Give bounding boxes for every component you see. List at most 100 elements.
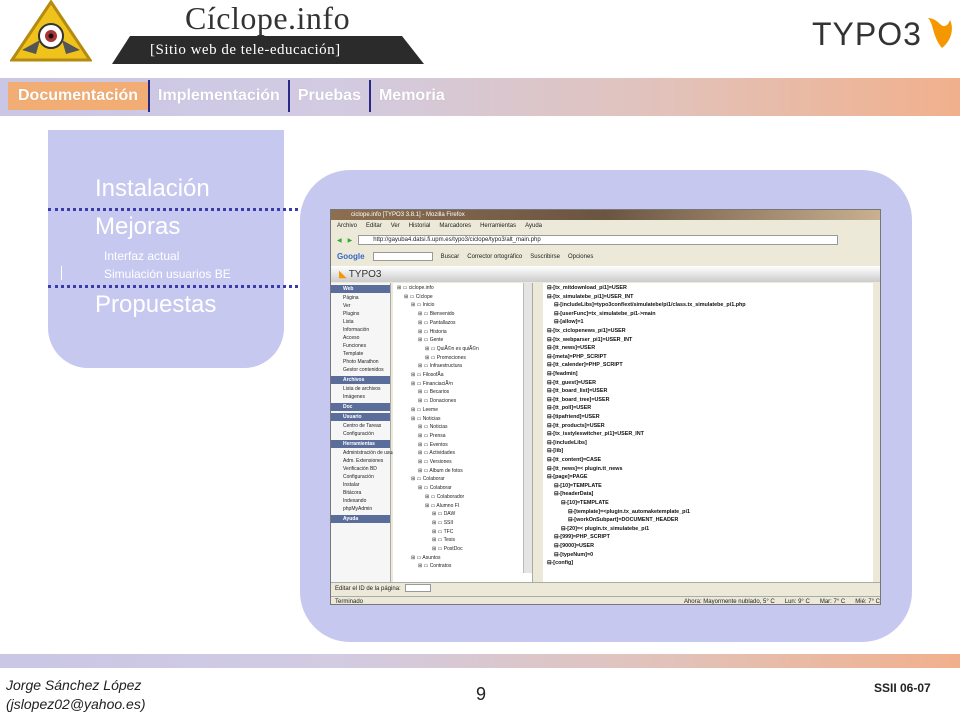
page-tree-node[interactable]: ⊞ ▭ Contratos — [418, 563, 451, 569]
page-tree-node[interactable]: ⊞ ▭ Becarios — [418, 389, 449, 395]
typoscript-line[interactable]: ⊟-[tipafriend]=USER — [547, 414, 600, 420]
page-tree-node[interactable]: ⊞ ▭ Promociones — [425, 355, 466, 361]
module-item[interactable]: Ver — [331, 302, 390, 310]
page-tree-node[interactable]: ⊞ ▭ Alumno FI — [425, 503, 459, 509]
page-tree-node[interactable]: ⊞ ▭ Cíclope — [404, 294, 433, 300]
page-tree-node[interactable]: ⊞ ▭ PostDoc — [432, 546, 463, 552]
typoscript-line[interactable]: ⊟-[tt_news]=< plugin.tt_news — [547, 466, 623, 472]
typoscript-line[interactable]: ⊟-[tt_guest]=USER — [547, 380, 596, 386]
menu-ver[interactable]: Ver — [391, 221, 400, 231]
forward-icon[interactable]: ▶ — [348, 237, 353, 244]
typoscript-line[interactable]: ⊟-[9000]=USER — [554, 543, 594, 549]
tab-memoria[interactable]: Memoria — [371, 82, 453, 110]
typoscript-line[interactable]: ⊟-[meta]=PHP_SCRIPT — [547, 354, 606, 360]
page-tree-node[interactable]: ⊞ ▭ Actividades — [418, 450, 455, 456]
typoscript-line[interactable]: ⊟-[tt_calender]=PHP_SCRIPT — [547, 362, 623, 368]
page-tree-node[interactable]: ⊞ ▭ DAW — [432, 511, 455, 517]
page-tree-node[interactable]: ⊞ ▭ Gente — [418, 337, 443, 343]
menu-editar[interactable]: Editar — [366, 221, 382, 231]
url-input[interactable]: http://gayuba4.datsi.fi.upm.es/typo3/cic… — [358, 235, 839, 245]
tab-implementacion[interactable]: Implementación — [150, 82, 288, 110]
typoscript-line[interactable]: ⊟-[tt_content]=CASE — [547, 457, 601, 463]
menu-herramientas[interactable]: Herramientas — [480, 221, 516, 231]
menu-historial[interactable]: Historial — [409, 221, 431, 231]
module-item[interactable]: Página — [331, 294, 390, 302]
module-item[interactable]: Verificación BD — [331, 465, 390, 473]
page-tree-node[interactable]: ⊞ ▭ Historia — [418, 329, 447, 335]
typoscript-line[interactable]: ⊟-[includeLibs] — [547, 440, 587, 446]
page-tree-node[interactable]: ⊞ ▭ Colaborar — [411, 476, 445, 482]
page-tree-node[interactable]: ⊞ ▭ QuiÃ©n es quiÃ©n — [425, 346, 479, 352]
page-tree-node[interactable]: ⊞ ▭ FilosofÃ­a — [411, 372, 444, 378]
page-tree-node[interactable]: ⊞ ▭ SSII — [432, 520, 453, 526]
typoscript-line[interactable]: ⊟-[10]=TEMPLATE — [561, 500, 609, 506]
menu-subitem-simulacion-usuarios-be[interactable]: Simulación usuarios BE — [104, 267, 231, 281]
module-section-herramientas[interactable]: Herramientas — [331, 440, 390, 448]
module-item[interactable]: Acceso — [331, 334, 390, 342]
typoscript-line[interactable]: ⊟-[20]=< plugin.tx_simulatebe_pi1 — [561, 526, 649, 532]
page-tree-scrollbar[interactable] — [523, 283, 532, 573]
typoscript-line[interactable]: ⊟-[999]=PHP_SCRIPT — [554, 534, 610, 540]
module-section-web[interactable]: Web — [331, 285, 390, 293]
module-item[interactable]: Gestor contenidos — [331, 366, 390, 374]
typoscript-line[interactable]: ⊟-[tx_isstyleswitcher_pi1]=USER_INT — [547, 431, 644, 437]
module-item[interactable]: phpMyAdmin — [331, 505, 390, 513]
typoscript-line[interactable]: ⊟-[feadmin] — [547, 371, 578, 377]
typoscript-line[interactable]: ⊟-[headerData] — [554, 491, 593, 497]
module-item[interactable]: Plugins — [331, 310, 390, 318]
typoscript-line[interactable]: ⊟-[tx_webparser_pi1]=USER_INT — [547, 337, 632, 343]
menu-item-propuestas[interactable]: Propuestas — [95, 291, 216, 319]
page-tree-node[interactable]: ⊞ ▭ Leeme — [411, 407, 438, 413]
options-button[interactable]: Opciones — [568, 254, 593, 260]
module-section-ayuda[interactable]: Ayuda — [331, 515, 390, 523]
google-search-input[interactable] — [372, 252, 433, 261]
tab-documentacion[interactable]: Documentación — [8, 82, 149, 110]
module-item[interactable]: Lista — [331, 318, 390, 326]
typoscript-line[interactable]: ⊟-[allow]=1 — [554, 319, 584, 325]
page-tree-node[interactable]: ⊞ ▭ Noticias — [418, 424, 447, 430]
typoscript-line[interactable]: ⊟-[tt_poll]=USER — [547, 405, 591, 411]
page-tree-node[interactable]: ⊞ ▭ Noticias — [411, 416, 440, 422]
typoscript-line[interactable]: ⊟-[tt_news]=USER — [547, 345, 595, 351]
menu-item-instalacion[interactable]: Instalación — [95, 175, 210, 203]
back-icon[interactable]: ◀ — [337, 237, 342, 244]
module-item[interactable]: Indexando — [331, 497, 390, 505]
typoscript-line[interactable]: ⊟-[userFunc]=tx_simulatebe_pi1->main — [554, 311, 656, 317]
module-item[interactable]: Centro de Tareas — [331, 422, 390, 430]
module-item[interactable]: Configuración — [331, 430, 390, 438]
menu-ayuda[interactable]: Ayuda — [525, 221, 542, 231]
tab-pruebas[interactable]: Pruebas — [290, 82, 369, 110]
menu-archivo[interactable]: Archivo — [337, 221, 357, 231]
typoscript-line[interactable]: ⊟-[typeNum]=0 — [554, 552, 593, 558]
module-item[interactable]: Imágenes — [331, 393, 390, 401]
page-tree-node[interactable]: ⊞ ▭ Album de fotos — [418, 468, 463, 474]
module-item[interactable]: Lista de archivos — [331, 385, 390, 393]
page-tree-node[interactable]: ⊞ ▭ Pantallazos — [418, 320, 456, 326]
module-section-doc[interactable]: Doc — [331, 403, 390, 411]
page-tree-node[interactable]: ⊞ ▭ Eventos — [418, 442, 448, 448]
page-tree-node[interactable]: ⊞ ▭ Bienvenido — [418, 311, 454, 317]
module-section-archivos[interactable]: Archivos — [331, 376, 390, 384]
page-tree-node[interactable]: ⊞ ▭ Tesis — [432, 537, 455, 543]
buscar-button[interactable]: Buscar — [441, 254, 460, 260]
page-tree-node[interactable]: ⊞ ▭ TFC — [432, 529, 453, 535]
menu-item-mejoras[interactable]: Mejoras — [95, 213, 180, 241]
module-section-usuario[interactable]: Usuario — [331, 413, 390, 421]
module-item[interactable]: Funciones — [331, 342, 390, 350]
page-tree-node[interactable]: ⊞ ▭ ciclope.info — [397, 285, 434, 291]
typoscript-line[interactable]: ⊟-[tx_ciclopenews_pi1]=USER — [547, 328, 626, 334]
module-item[interactable]: Template — [331, 350, 390, 358]
page-tree-node[interactable]: ⊞ ▭ Colaborador — [425, 494, 464, 500]
module-item[interactable]: Instalar — [331, 481, 390, 489]
module-item[interactable]: Configuración — [331, 473, 390, 481]
menu-subitem-interfaz-actual[interactable]: Interfaz actual — [104, 249, 179, 263]
subscribe-button[interactable]: Suscribirse — [530, 254, 560, 260]
page-tree-node[interactable]: ⊞ ▭ FinanciaciÃ³n — [411, 381, 453, 387]
module-item[interactable]: Administración de usuarios — [331, 449, 403, 457]
typoscript-line[interactable]: ⊟-[workOnSubpart]=DOCUMENT_HEADER — [568, 517, 678, 523]
module-item[interactable]: Photo Marathon — [331, 358, 390, 366]
page-id-input[interactable] — [405, 584, 432, 593]
page-tree-node[interactable]: ⊞ ▭ Inicio — [411, 302, 434, 308]
spellcheck-button[interactable]: Corrector ortográfico — [467, 254, 522, 260]
typoscript-line[interactable]: ⊟-[10]=TEMPLATE — [554, 483, 602, 489]
